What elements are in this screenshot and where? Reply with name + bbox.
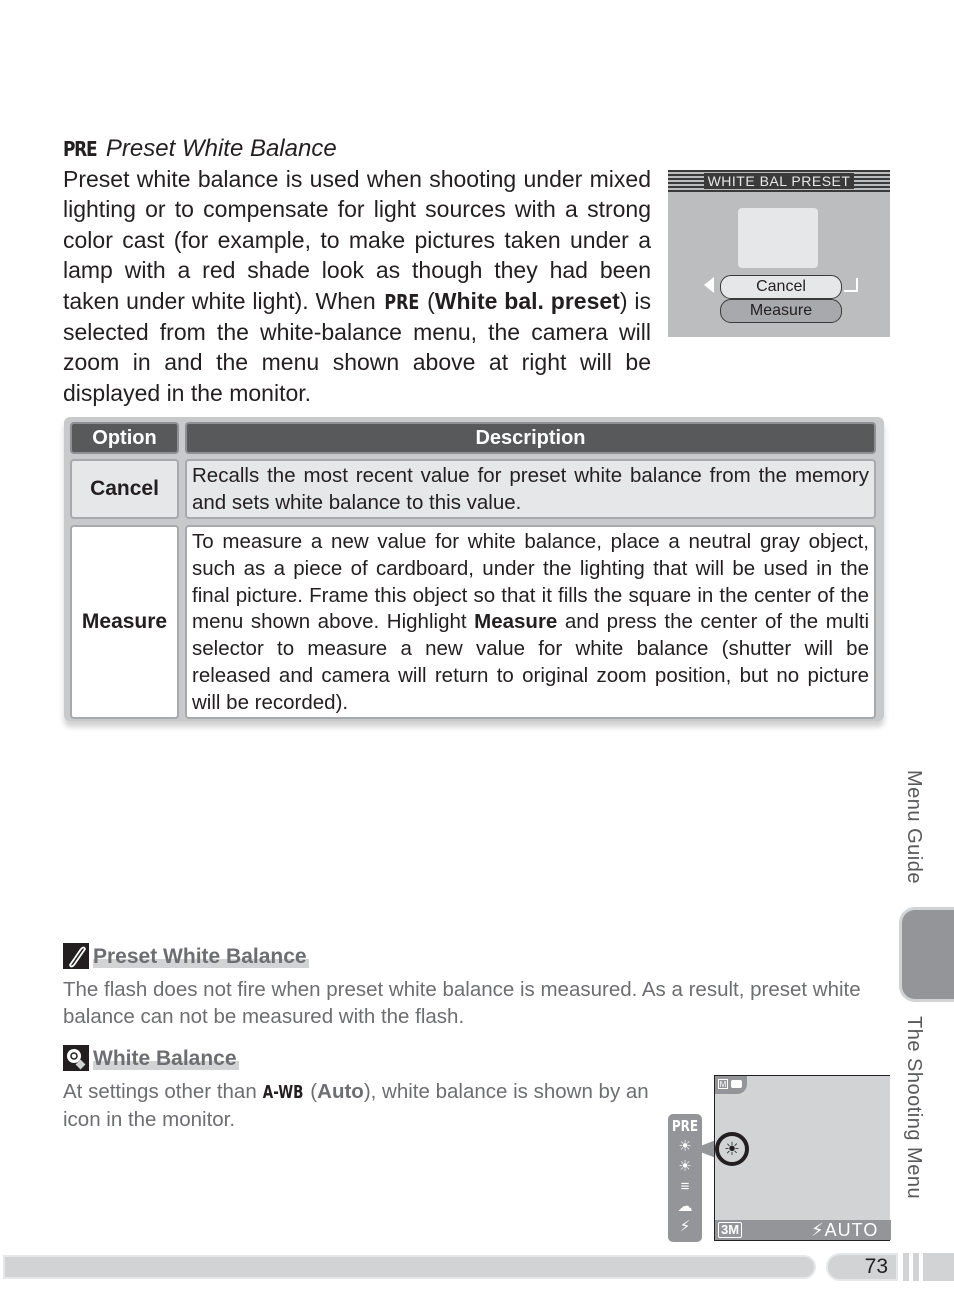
camera-icon: [731, 1080, 742, 1088]
side-tab-shooting-menu[interactable]: The Shooting Menu: [902, 1016, 925, 1199]
menu-option-measure[interactable]: Measure: [720, 299, 842, 323]
footer-stripe: [913, 1253, 919, 1281]
header-option: Option: [70, 422, 179, 454]
side-tab-marker: [899, 907, 954, 1002]
menu-option-name: White bal. preset: [434, 287, 620, 314]
tip-bulb-icon: [63, 1045, 89, 1071]
header-description: Description: [185, 422, 876, 454]
shooting-mode-indicator: M: [715, 1076, 747, 1094]
wb-icon-strip: PRE ☀ ☀ ≡ ☁ ⚡: [668, 1114, 702, 1242]
incandescent-icon: ☀: [678, 1138, 692, 1155]
preset-wb-icon: PRE: [63, 137, 98, 161]
auto-wb-icon: A-WB: [263, 1082, 304, 1103]
row-cancel-description: Recalls the most recent value for preset…: [185, 459, 876, 519]
side-tab-menu-guide[interactable]: Menu Guide: [902, 770, 925, 884]
note-preset-white-balance-body: The flash does not fire when preset whit…: [63, 978, 861, 1028]
fluorescent-icon: ≡: [680, 1178, 690, 1195]
footer-bar: [3, 1255, 816, 1279]
section-title: Preset White Balance: [105, 135, 337, 162]
preset-wb-icon: PRE: [671, 1117, 699, 1135]
flash-mode-indicator: ⚡AUTO: [811, 1220, 879, 1240]
monitor-illustration: M ☀ 3M ⚡AUTO: [714, 1075, 891, 1241]
page-number: 73: [826, 1253, 898, 1281]
note-white-balance-body: At settings other than A-WB (Auto), whit…: [63, 1080, 649, 1131]
white-bal-preset-menu-screenshot: WHITE BAL PRESET Cancel Measure: [668, 170, 890, 337]
intro-paragraph: Preset white balance is used when shooti…: [63, 166, 651, 406]
daylight-icon: ☀: [678, 1158, 692, 1175]
current-wb-icon: ☀: [715, 1132, 749, 1166]
row-measure-option: Measure: [70, 525, 179, 719]
menu-option-cancel[interactable]: Cancel: [720, 275, 842, 299]
enter-icon: [844, 278, 858, 292]
pencil-note-icon: [63, 943, 89, 969]
left-arrow-icon: [704, 277, 714, 293]
image-size-indicator: 3M: [718, 1222, 743, 1238]
measure-target-square: [738, 208, 818, 268]
section-heading: PRE Preset White Balance: [63, 134, 337, 164]
footer-stripe: [903, 1253, 909, 1281]
options-table: Option Description Cancel Recalls the mo…: [64, 417, 884, 721]
menu-header: WHITE BAL PRESET: [668, 170, 890, 192]
cloudy-icon: ☁: [677, 1198, 693, 1215]
monitor-status-bar: 3M ⚡AUTO: [715, 1220, 891, 1240]
flash-wb-icon: ⚡: [679, 1218, 691, 1235]
row-cancel-option: Cancel: [70, 459, 179, 519]
footer-stripe: [923, 1253, 954, 1281]
note-preset-white-balance-title: Preset White Balance: [63, 943, 309, 969]
manual-mode-icon: M: [718, 1079, 728, 1089]
row-measure-description: To measure a new value for white balance…: [185, 525, 876, 719]
preset-wb-inline-icon: PRE: [383, 289, 419, 314]
note-white-balance-title: White Balance: [63, 1045, 239, 1071]
